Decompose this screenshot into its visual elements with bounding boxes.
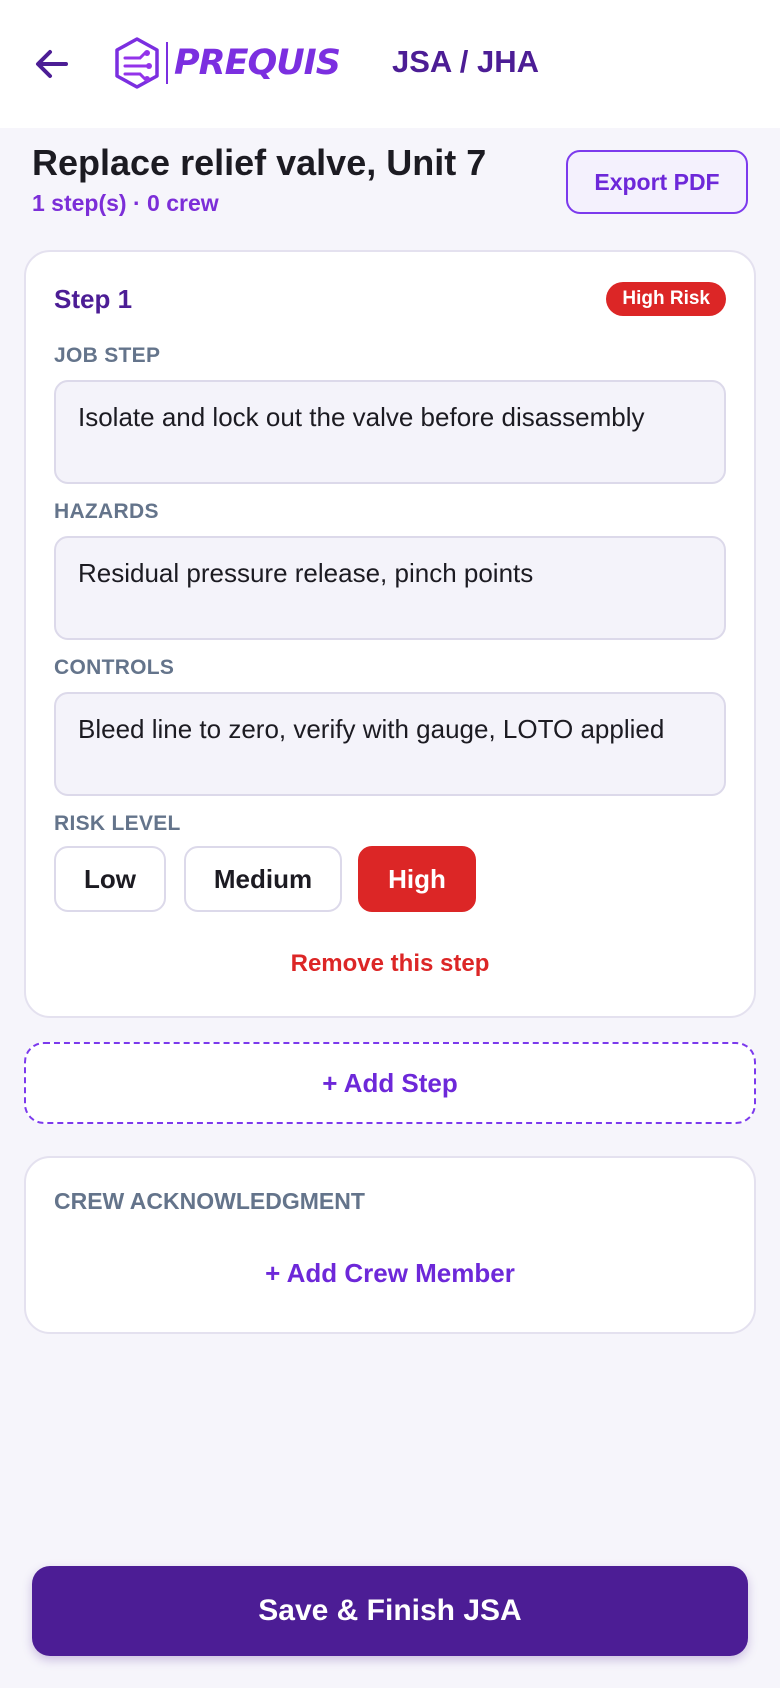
jsa-title-area: Replace relief valve, Unit 7 1 step(s) ·… bbox=[32, 142, 486, 217]
add-step-button[interactable]: + Add Step bbox=[24, 1042, 756, 1124]
arrow-left-icon bbox=[36, 50, 68, 78]
crew-section-title: CREW ACKNOWLEDGMENT bbox=[54, 1188, 365, 1214]
logo-divider bbox=[166, 42, 168, 84]
page-title: Replace relief valve, Unit 7 bbox=[32, 142, 487, 183]
step-label: Step 1 bbox=[54, 284, 133, 314]
step-card: Step 1 High Risk JOB STEP Isolate and lo… bbox=[24, 250, 756, 1018]
risk-high-button[interactable]: High bbox=[358, 846, 476, 912]
job-step-label: JOB STEP bbox=[54, 344, 161, 367]
logo-wordmark: PREQUIS bbox=[174, 43, 341, 83]
app-header: PREQUIS JSA / JHA bbox=[0, 0, 780, 128]
back-button[interactable] bbox=[28, 40, 76, 88]
add-crew-member-button[interactable]: + Add Crew Member bbox=[26, 1258, 754, 1289]
risk-low-button[interactable]: Low bbox=[54, 846, 166, 912]
hazards-label: HAZARDS bbox=[54, 500, 159, 523]
header-title: JSA / JHA bbox=[392, 44, 540, 79]
controls-label: CONTROLS bbox=[54, 656, 175, 679]
save-finish-button[interactable]: Save & Finish JSA bbox=[32, 1566, 748, 1656]
prequis-logo: PREQUIS bbox=[112, 36, 341, 90]
risk-level-label: RISK LEVEL bbox=[54, 812, 181, 835]
job-step-field[interactable]: Isolate and lock out the valve before di… bbox=[54, 380, 726, 484]
controls-field[interactable]: Bleed line to zero, verify with gauge, L… bbox=[54, 692, 726, 796]
risk-medium-button[interactable]: Medium bbox=[184, 846, 342, 912]
hazards-field[interactable]: Residual pressure release, pinch points bbox=[54, 536, 726, 640]
remove-step-button[interactable]: Remove this step bbox=[26, 950, 754, 978]
crew-acknowledgment-card: CREW ACKNOWLEDGMENT + Add Crew Member bbox=[24, 1156, 756, 1334]
risk-badge: High Risk bbox=[606, 282, 726, 316]
jsa-summary: 1 step(s) · 0 crew bbox=[32, 190, 219, 216]
export-pdf-button[interactable]: Export PDF bbox=[566, 150, 748, 214]
prequis-hex-logo-icon bbox=[115, 37, 159, 89]
